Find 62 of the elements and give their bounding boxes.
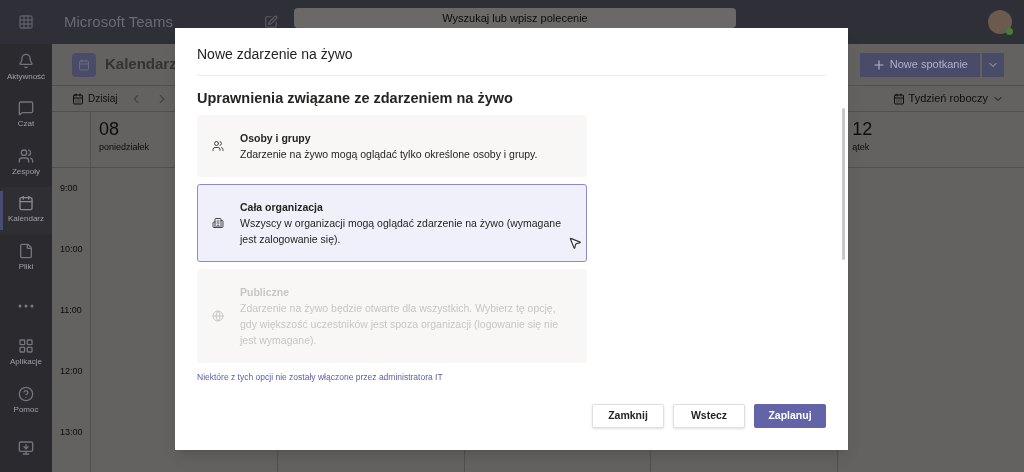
rail-item[interactable]: Czat (0, 91, 52, 140)
new-meeting-button[interactable]: Nowe spotkanie (859, 52, 980, 77)
rail-label: Kalendarz (8, 213, 44, 226)
option-description: Zdarzenie na żywo mogą oglądać tylko określone osoby i grupy. (240, 146, 538, 162)
day-name: poniedziałek (99, 140, 150, 154)
dialog-button[interactable]: Wstecz (673, 404, 745, 428)
globe-icon (212, 309, 224, 322)
day-name: ątek (852, 140, 870, 154)
rail-item[interactable]: Aplikacje (0, 329, 52, 377)
avatar[interactable] (988, 10, 1012, 34)
rail-label: Czat (17, 118, 35, 131)
app-launcher-icon[interactable] (18, 14, 34, 30)
rail-item[interactable]: Kalendarz (0, 186, 52, 235)
people-icon (212, 139, 224, 152)
time-label: 11:00 (59, 304, 83, 316)
calendar-icon (72, 92, 84, 105)
calendar-app-icon (72, 52, 96, 77)
dialog-title: Nowe zdarzenie na żywo (197, 45, 353, 64)
app-title: Microsoft Teams (64, 11, 174, 32)
calendar-icon (892, 92, 905, 105)
rail-item[interactable]: Aktywność (0, 44, 52, 92)
time-label: 12:00 (59, 365, 84, 377)
time-label: 10:00 (59, 243, 84, 255)
rail-label: Aplikacje (10, 356, 42, 369)
option-title: Osoby i grupy (240, 130, 312, 146)
more-icon (18, 303, 34, 308)
cursor-icon (568, 236, 582, 250)
day-number: 08 (99, 118, 120, 141)
building-icon (212, 216, 224, 229)
time-label: 13:00 (59, 426, 84, 438)
chat-icon (18, 100, 34, 117)
dropdown-button[interactable] (982, 52, 1004, 77)
section-heading: Uprawnienia związane ze zdarzeniem na żywo (197, 89, 514, 108)
rail-label: Pomoc (13, 403, 39, 416)
dialog-button[interactable]: Zamknij (592, 404, 664, 428)
scrollbar[interactable] (842, 108, 845, 260)
rail-label: Zespoły (12, 165, 40, 178)
bell-icon (18, 52, 34, 69)
search-field[interactable]: Wyszukaj lub wpisz polecenie (294, 8, 736, 28)
today-button[interactable]: Dzisiaj (72, 91, 118, 106)
permission-option[interactable]: Osoby i grupy Zdarzenie na żywo mogą oglądać tylko określone osoby i grupy. (197, 114, 587, 177)
time-label: 9:00 (59, 182, 79, 194)
rail-item[interactable]: Pomoc (0, 376, 52, 425)
admin-note-link[interactable]: Niektóre z tych opcji nie zostały włączone przez administratora IT (197, 370, 826, 384)
schedule-button[interactable]: Zaplanuj (754, 404, 826, 428)
permission-option[interactable]: Cała organizacja Wszyscy w organizacji mogą oglądać zdarzenie na żywo (wymagane jest zalogowanie się). (197, 183, 587, 262)
view-selector[interactable]: Tydzień roboczy (892, 90, 1004, 107)
rail-item[interactable]: Zespoły (0, 139, 52, 187)
file-icon (18, 243, 34, 260)
compose-icon[interactable] (264, 15, 278, 29)
calendar-icon (18, 195, 34, 212)
option-title: Cała organizacja (240, 199, 324, 215)
rail-label: Pliki (18, 261, 34, 274)
help-icon (18, 385, 34, 402)
rail-label: Aktywność (6, 70, 46, 83)
rail-item[interactable]: Pliki (0, 234, 52, 282)
option-description: Wszyscy w organizacji mogą oglądać zdarzenie na żywo (wymagane jest zalogowanie się). (240, 215, 562, 247)
day-number: 12 (852, 118, 873, 141)
teams-icon (18, 147, 34, 164)
apps-icon (18, 338, 34, 355)
plus-icon (871, 57, 886, 72)
download-icon (18, 440, 34, 457)
